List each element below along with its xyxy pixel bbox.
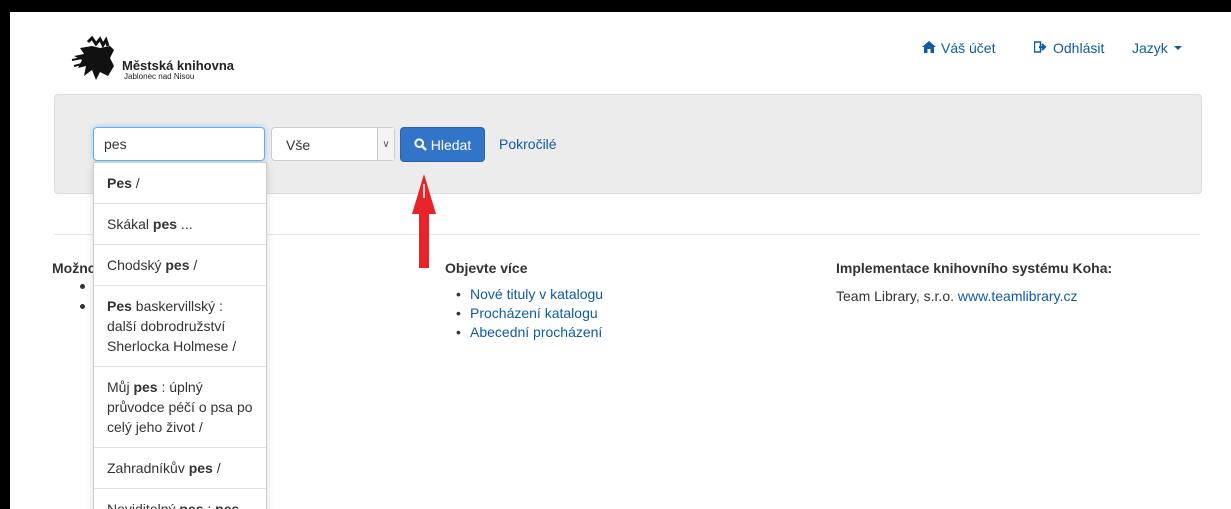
search-input[interactable] xyxy=(93,127,265,161)
language-label: Jazyk xyxy=(1132,40,1168,56)
highlight-text: pes xyxy=(215,501,240,509)
autocomplete-item[interactable]: Pes / xyxy=(94,163,266,204)
highlight-text: pes xyxy=(165,257,190,273)
suggestion-text: Zahradníkův xyxy=(107,460,189,476)
language-menu[interactable]: Jazyk xyxy=(1132,40,1182,56)
implementation-text: Team Library, s.r.o. www.teamlibrary.cz xyxy=(836,288,1077,304)
suggestion-text: Neviditelný xyxy=(107,501,180,509)
implementation-heading: Implementace knihovního systému Koha: xyxy=(836,260,1113,276)
list-bullet xyxy=(80,284,85,289)
suggestion-text: ... xyxy=(177,216,193,232)
suggestion-text: / xyxy=(189,257,198,273)
search-button[interactable]: Hledat xyxy=(400,127,485,162)
autocomplete-item[interactable]: Neviditelný pes : pes xyxy=(94,489,266,509)
logout-icon xyxy=(1033,40,1048,56)
search-scope-value: Vše xyxy=(286,137,311,153)
suggestion-text: Chodský xyxy=(107,257,166,273)
highlight-text: pes xyxy=(152,216,178,232)
search-icon xyxy=(414,138,427,151)
discover-heading: Objevte více xyxy=(445,260,528,276)
advanced-search-link[interactable]: Pokročilé xyxy=(499,136,557,152)
suggestion-text: : xyxy=(203,501,216,509)
library-logo-icon xyxy=(71,36,114,80)
logo-subtitle: Jablonec nad Nisou xyxy=(124,72,195,81)
list-bullet xyxy=(80,304,85,309)
autocomplete-item[interactable]: Zahradníkův pes / xyxy=(94,448,266,489)
logout-link[interactable]: Odhlásit xyxy=(1033,40,1105,56)
chevron-down-icon xyxy=(1173,46,1182,50)
implementation-company: Team Library, s.r.o. xyxy=(836,288,958,304)
annotation-arrow xyxy=(412,174,436,268)
account-link[interactable]: Váš účet xyxy=(922,40,995,56)
logo-title: Městská knihovna xyxy=(122,58,234,73)
browser-page: Městská knihovna Jablonec nad Nisou Váš … xyxy=(10,12,1231,509)
arrow-shaft xyxy=(419,212,429,268)
autocomplete-item[interactable]: Můj pes : úplný průvodce péčí o psa po c… xyxy=(94,367,266,448)
home-icon xyxy=(922,40,936,56)
suggestion-text: / xyxy=(131,175,140,191)
suggestion-text: Můj xyxy=(107,379,134,395)
library-logo[interactable]: Městská knihovna Jablonec nad Nisou xyxy=(70,36,270,82)
autocomplete-item[interactable]: Chodský pes / xyxy=(94,245,266,286)
alphabetical-browse-link[interactable]: Abecední procházení xyxy=(456,323,603,342)
autocomplete-dropdown: Pes / Skákal pes ... Chodský pes / Pes bask… xyxy=(93,162,267,509)
new-titles-link[interactable]: Nové tituly v katalogu xyxy=(456,285,603,304)
logout-label: Odhlásit xyxy=(1053,40,1105,56)
highlight-text: pes xyxy=(179,501,204,509)
autocomplete-item[interactable]: Pes baskervillský : další dobrodružství … xyxy=(94,286,266,367)
highlight-text: pes xyxy=(133,379,158,395)
suggestion-text: Skákal xyxy=(107,216,153,232)
options-heading: Možnc xyxy=(52,260,96,276)
teamlibrary-link[interactable]: www.teamlibrary.cz xyxy=(958,288,1078,304)
browse-catalog-link[interactable]: Procházení katalogu xyxy=(456,304,603,323)
search-scope-select[interactable]: Vše ∨ xyxy=(271,127,395,161)
chevron-down-icon: ∨ xyxy=(377,128,394,160)
highlight-text: pes xyxy=(188,460,213,476)
search-button-label: Hledat xyxy=(430,136,472,153)
discover-links: Nové tituly v katalogu Procházení katalo… xyxy=(456,285,603,342)
highlight-text: Pes xyxy=(107,175,132,191)
autocomplete-item[interactable]: Skákal pes ... xyxy=(94,204,266,245)
highlight-text: Pes xyxy=(107,298,132,314)
suggestion-text: / xyxy=(212,460,221,476)
account-label: Váš účet xyxy=(941,40,996,56)
